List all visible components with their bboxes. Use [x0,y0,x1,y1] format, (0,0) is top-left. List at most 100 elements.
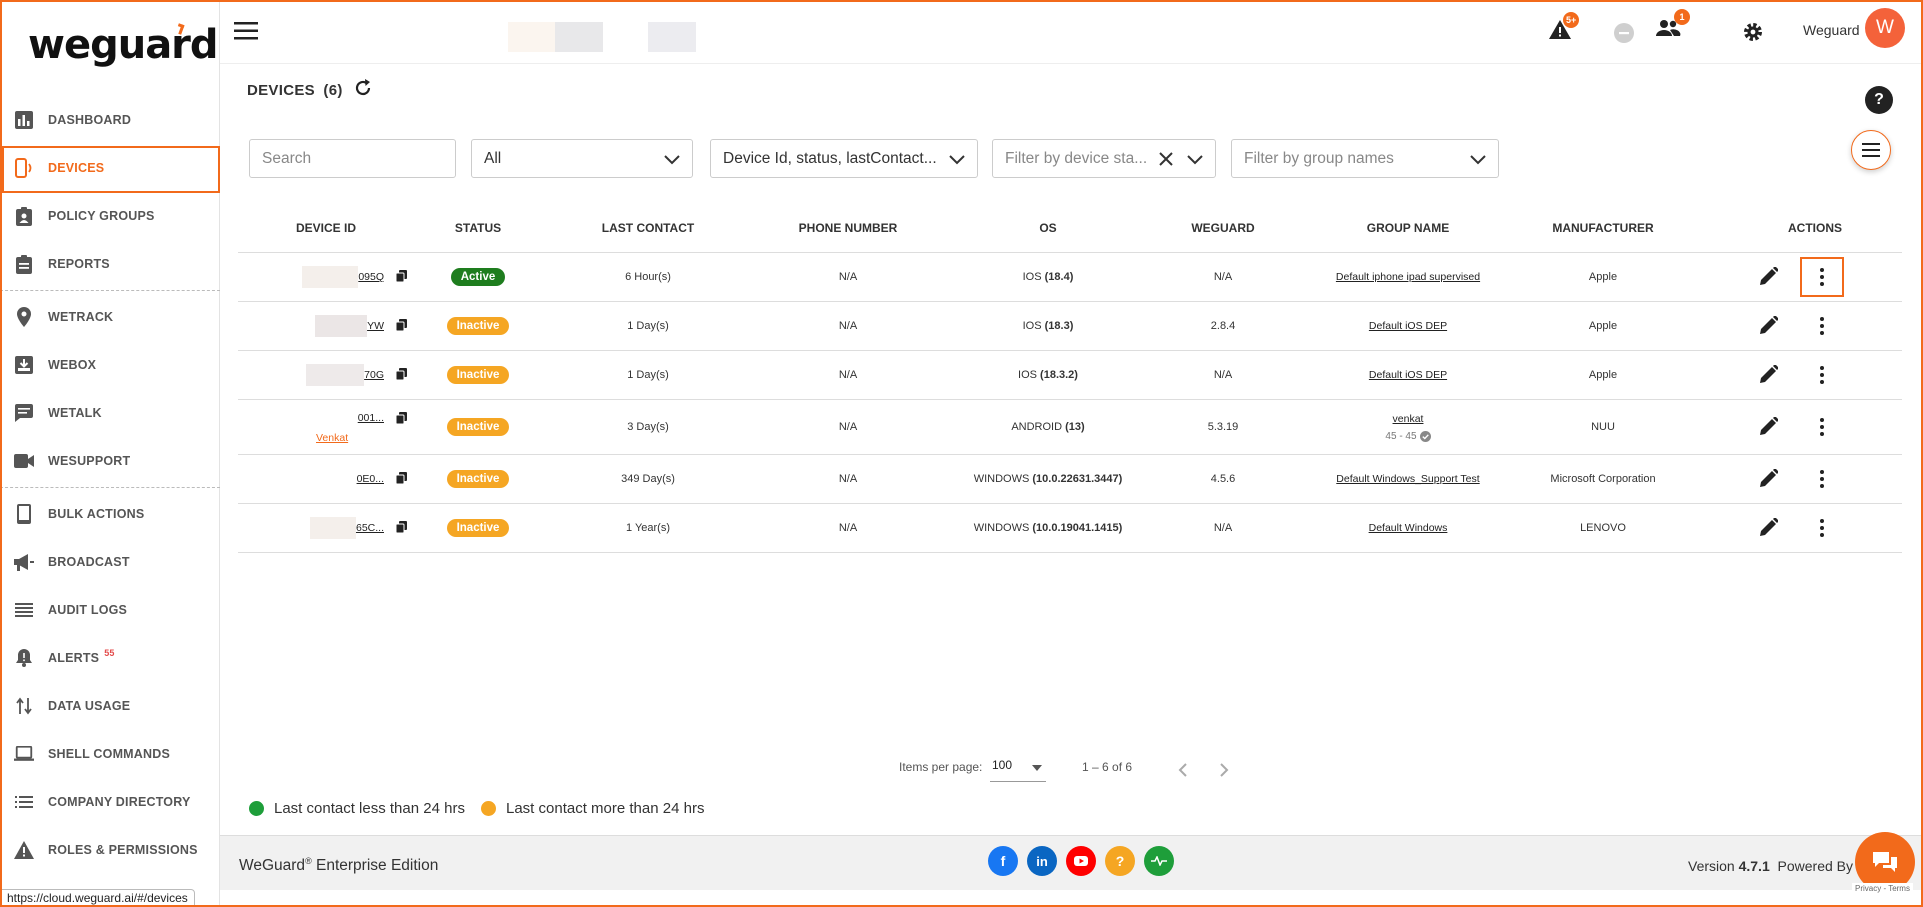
alerts-badge: 5+ [1563,12,1580,28]
col-manufacturer[interactable]: MANUFACTURER [1518,221,1688,235]
device-id-link[interactable]: 65C... [356,522,384,534]
chevron-down-icon [1470,152,1486,170]
last-contact-cell: 1 Day(s) [627,369,669,381]
manufacturer-cell: Apple [1588,271,1618,283]
clear-icon[interactable] [1159,152,1173,171]
actions-cell [1688,257,1902,297]
col-weguard[interactable]: WEGUARD [1148,221,1298,235]
device-id-link[interactable]: 095Q [358,271,384,283]
column-menu-button[interactable] [1851,130,1891,170]
sidebar-item-shell-commands[interactable]: SHELL COMMANDS [0,730,220,778]
help-circle-icon[interactable]: ? [1105,846,1135,876]
col-group-name[interactable]: GROUP NAME [1298,221,1518,235]
previous-page-icon[interactable] [1178,763,1188,782]
columns-select[interactable]: Device Id, status, lastContact... [710,139,978,178]
table-row[interactable]: 70G Inactive 1 Day(s) N/A IOS (18.3.2) N… [238,351,1902,400]
table-row[interactable]: 095Q Active 6 Hour(s) N/A IOS (18.4) N/A… [238,253,1902,302]
more-actions-button[interactable] [1800,355,1844,395]
col-last-contact[interactable]: LAST CONTACT [548,221,748,235]
help-button[interactable]: ? [1865,86,1893,114]
edit-icon[interactable] [1760,516,1779,539]
search-input[interactable]: Search [249,139,456,178]
linkedin-icon[interactable]: in [1027,846,1057,876]
sidebar-item-company-directory[interactable]: COMPANY DIRECTORY [0,778,220,826]
sidebar-item-alerts[interactable]: ALERTS 55 [0,634,220,682]
avatar[interactable]: W [1865,8,1905,48]
group-link[interactable]: Default Windows_Support Test [1336,473,1479,485]
group-cell: Default iOS DEP [1298,369,1518,381]
device-user-link[interactable]: Venkat [316,432,348,444]
more-actions-button[interactable] [1800,459,1844,499]
table-row[interactable]: YW Inactive 1 Day(s) N/A IOS (18.3) 2.8.… [238,302,1902,351]
sidebar-item-policy-groups[interactable]: POLICY GROUPS [0,192,220,240]
sidebar-item-roles-permissions[interactable]: ROLES & PERMISSIONS [0,826,220,874]
social-links: f in ? [988,846,1174,876]
privacy-terms-link[interactable]: Privacy - Terms [1852,883,1913,894]
group-filter[interactable]: Filter by group names [1231,139,1499,178]
col-os[interactable]: OS [948,221,1148,235]
hamburger-menu-icon[interactable] [234,22,258,45]
group-link[interactable]: Default Windows [1369,522,1448,534]
table-row[interactable]: 0E0... Inactive 349 Day(s) N/A WINDOWS (… [238,455,1902,504]
table-row[interactable]: 65C... Inactive 1 Year(s) N/A WINDOWS (1… [238,504,1902,553]
sidebar-item-webox[interactable]: WEBOX [0,341,220,389]
device-id-link[interactable]: YW [367,320,384,332]
sidebar-item-wetrack[interactable]: WETRACK [0,293,220,341]
device-type-value: All [484,149,502,167]
devices-icon [14,158,34,178]
sidebar-item-data-usage[interactable]: DATA USAGE [0,682,220,730]
items-per-page-select[interactable]: 100 [990,758,1046,782]
health-pulse-icon[interactable] [1144,846,1174,876]
status-minus-icon[interactable] [1613,22,1635,49]
sidebar-item-label: WETRACK [48,310,114,324]
more-actions-button[interactable] [1800,407,1844,447]
copy-icon[interactable] [395,318,407,334]
copy-icon[interactable] [395,269,407,285]
os-name: WINDOWS [973,522,1030,534]
edit-icon[interactable] [1760,415,1779,438]
weguard-logo[interactable]: weguard [28,22,219,68]
col-device-id[interactable]: DEVICE ID [238,221,408,235]
sidebar-item-wetalk[interactable]: WETALK [0,389,220,437]
sidebar-item-broadcast[interactable]: BROADCAST [0,538,220,586]
more-actions-button[interactable] [1800,306,1844,346]
edit-icon[interactable] [1760,363,1779,386]
device-status-filter[interactable]: Filter by device sta... [992,139,1216,178]
group-link[interactable]: Default iphone ipad supervised [1336,271,1480,283]
sidebar-item-wesupport[interactable]: WESUPPORT [0,437,220,485]
device-id-link[interactable]: 001... [358,412,384,424]
sidebar-item-devices[interactable]: DEVICES [0,144,220,193]
col-status[interactable]: STATUS [408,221,548,235]
copy-icon[interactable] [395,520,407,536]
refresh-icon[interactable] [353,78,373,103]
device-type-select[interactable]: All [471,139,693,178]
gear-icon[interactable] [1742,21,1764,48]
next-page-icon[interactable] [1219,763,1229,782]
sidebar-item-audit-logs[interactable]: AUDIT LOGS [0,586,220,634]
col-phone-number[interactable]: PHONE NUMBER [748,221,948,235]
edit-icon[interactable] [1760,314,1779,337]
user-name[interactable]: Weguard [1803,22,1860,38]
sidebar-item-bulk-actions[interactable]: BULK ACTIONS [0,490,220,538]
device-id-link[interactable]: 0E0... [357,473,384,485]
group-cell: Default Windows_Support Test [1298,473,1518,485]
inbox-icon [14,355,34,375]
sidebar-item-reports[interactable]: REPORTS [0,240,220,288]
facebook-icon[interactable]: f [988,846,1018,876]
copy-icon[interactable] [395,471,407,487]
more-actions-button[interactable] [1800,257,1844,297]
edit-icon[interactable] [1760,265,1779,288]
group-link[interactable]: Default iOS DEP [1369,320,1447,332]
edit-icon[interactable] [1760,467,1779,490]
status-badge: Inactive [446,317,510,335]
copy-icon[interactable] [395,367,407,383]
more-actions-button[interactable] [1800,508,1844,548]
table-row[interactable]: 001... Venkat Inactive 3 Day(s) N/A ANDR… [238,400,1902,455]
group-link[interactable]: venkat [1393,413,1424,425]
device-id-link[interactable]: 70G [364,369,384,381]
youtube-icon[interactable] [1066,846,1096,876]
group-link[interactable]: Default iOS DEP [1369,369,1447,381]
edition-prefix: WeGuard [239,857,306,875]
sidebar-item-dashboard[interactable]: DASHBOARD [0,96,220,144]
copy-icon[interactable] [395,412,407,427]
